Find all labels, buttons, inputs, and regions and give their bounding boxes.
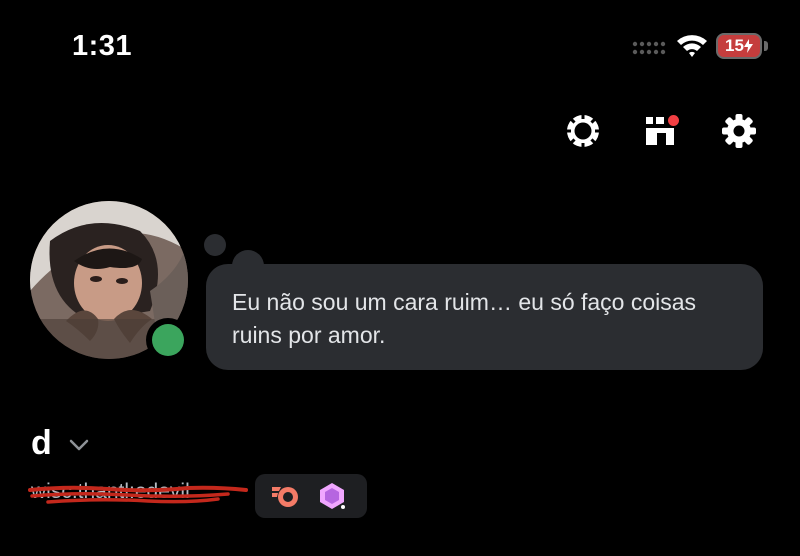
notification-dot bbox=[666, 113, 681, 128]
status-indicator bbox=[146, 318, 190, 362]
custom-status-bubble[interactable]: Eu não sou um cara ruim… eu só faço cois… bbox=[206, 264, 763, 370]
chevron-down-icon[interactable] bbox=[68, 437, 90, 453]
hypesquad-brilliance-icon[interactable] bbox=[269, 481, 299, 511]
wifi-icon bbox=[677, 35, 707, 57]
cellular-signal-icon bbox=[632, 41, 666, 55]
charging-bolt-icon bbox=[743, 39, 753, 53]
redaction-scribble bbox=[28, 485, 248, 504]
display-name: d bbox=[31, 424, 52, 462]
custom-status-text: Eu não sou um cara ruim… eu só faço cois… bbox=[232, 289, 697, 348]
thought-bubble-dot-small bbox=[204, 234, 226, 256]
online-status-dot bbox=[152, 324, 184, 356]
battery-indicator: 15 bbox=[716, 33, 762, 59]
nitro-icon[interactable] bbox=[563, 111, 603, 151]
battery-cap bbox=[764, 41, 768, 51]
badge-container bbox=[255, 474, 367, 518]
gear-icon[interactable] bbox=[719, 111, 759, 151]
status-bar-time: 1:31 bbox=[72, 30, 133, 62]
nitro-gem-icon[interactable] bbox=[317, 481, 347, 511]
battery-level: 15 bbox=[725, 36, 744, 55]
